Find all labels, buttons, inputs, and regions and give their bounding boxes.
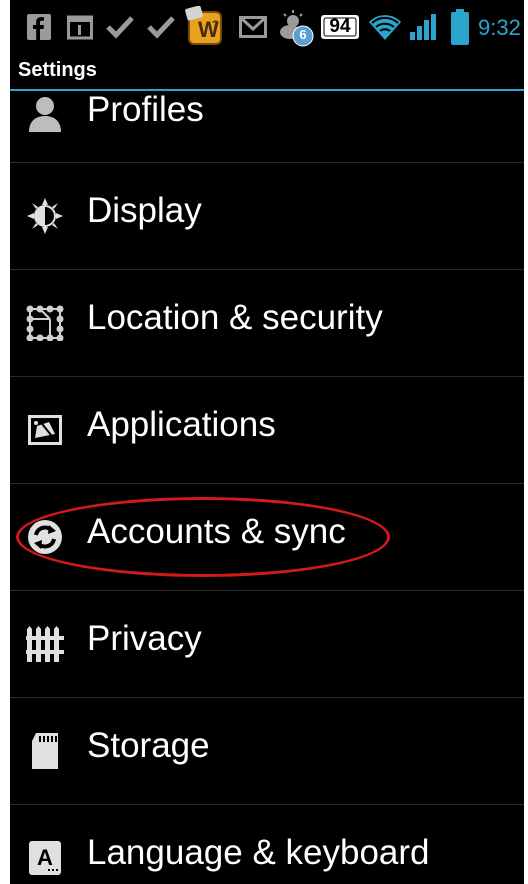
phone-screen: W ? 6 94 9:32 Settings Profiles Display … xyxy=(0,0,528,884)
settings-item-display[interactable]: Display xyxy=(10,163,524,270)
applications-icon xyxy=(24,409,66,451)
settings-item-label: Storage xyxy=(87,726,210,765)
privacy-icon xyxy=(24,623,66,665)
wifi-icon xyxy=(368,12,402,42)
settings-item-label: Privacy xyxy=(87,619,202,658)
check-icon xyxy=(105,12,135,42)
weather-icon: 6 xyxy=(276,8,316,48)
screen-bezel-left xyxy=(0,0,10,884)
svg-text:A: A xyxy=(37,845,53,870)
battery-icon xyxy=(450,8,470,46)
signal-icon xyxy=(408,12,438,42)
facebook-icon xyxy=(26,12,52,42)
notification-count: 6 xyxy=(299,27,307,42)
svg-text:?: ? xyxy=(212,19,219,31)
status-bar[interactable]: W ? 6 94 9:32 xyxy=(10,0,524,56)
words-with-friends-icon: W ? xyxy=(184,6,226,46)
settings-item-label: Location & security xyxy=(87,298,383,337)
settings-item-privacy[interactable]: Privacy xyxy=(10,591,524,698)
settings-list[interactable]: Profiles Display Location & security App… xyxy=(10,91,524,884)
sd-card-icon xyxy=(24,730,66,772)
sync-icon xyxy=(24,516,66,558)
check-icon xyxy=(146,12,176,42)
settings-item-label: Display xyxy=(87,191,202,230)
title-bar: Settings xyxy=(10,56,524,91)
settings-item-accounts-sync[interactable]: Accounts & sync xyxy=(10,484,524,591)
settings-item-label: Profiles xyxy=(87,91,204,129)
battery-badge-icon: 94 xyxy=(320,14,360,40)
settings-item-profiles[interactable]: Profiles xyxy=(10,91,524,163)
settings-item-label: Language & keyboard xyxy=(87,833,430,872)
settings-item-label: Applications xyxy=(87,405,276,444)
keyboard-icon: A xyxy=(24,837,66,879)
battery-badge-text: 94 xyxy=(329,16,351,37)
profile-icon xyxy=(24,93,66,135)
settings-item-applications[interactable]: Applications xyxy=(10,377,524,484)
settings-item-label: Accounts & sync xyxy=(87,512,346,551)
display-icon xyxy=(24,195,66,237)
page-title: Settings xyxy=(18,59,97,81)
screen-bezel-right xyxy=(524,0,528,884)
gmail-icon xyxy=(238,12,268,42)
status-time: 9:32 xyxy=(478,15,521,40)
settings-item-storage[interactable]: Storage xyxy=(10,698,524,805)
calendar-icon xyxy=(66,12,94,42)
settings-item-location-security[interactable]: Location & security xyxy=(10,270,524,377)
settings-item-language-keyboard[interactable]: A Language & keyboard xyxy=(10,805,524,884)
location-security-icon xyxy=(24,302,66,344)
